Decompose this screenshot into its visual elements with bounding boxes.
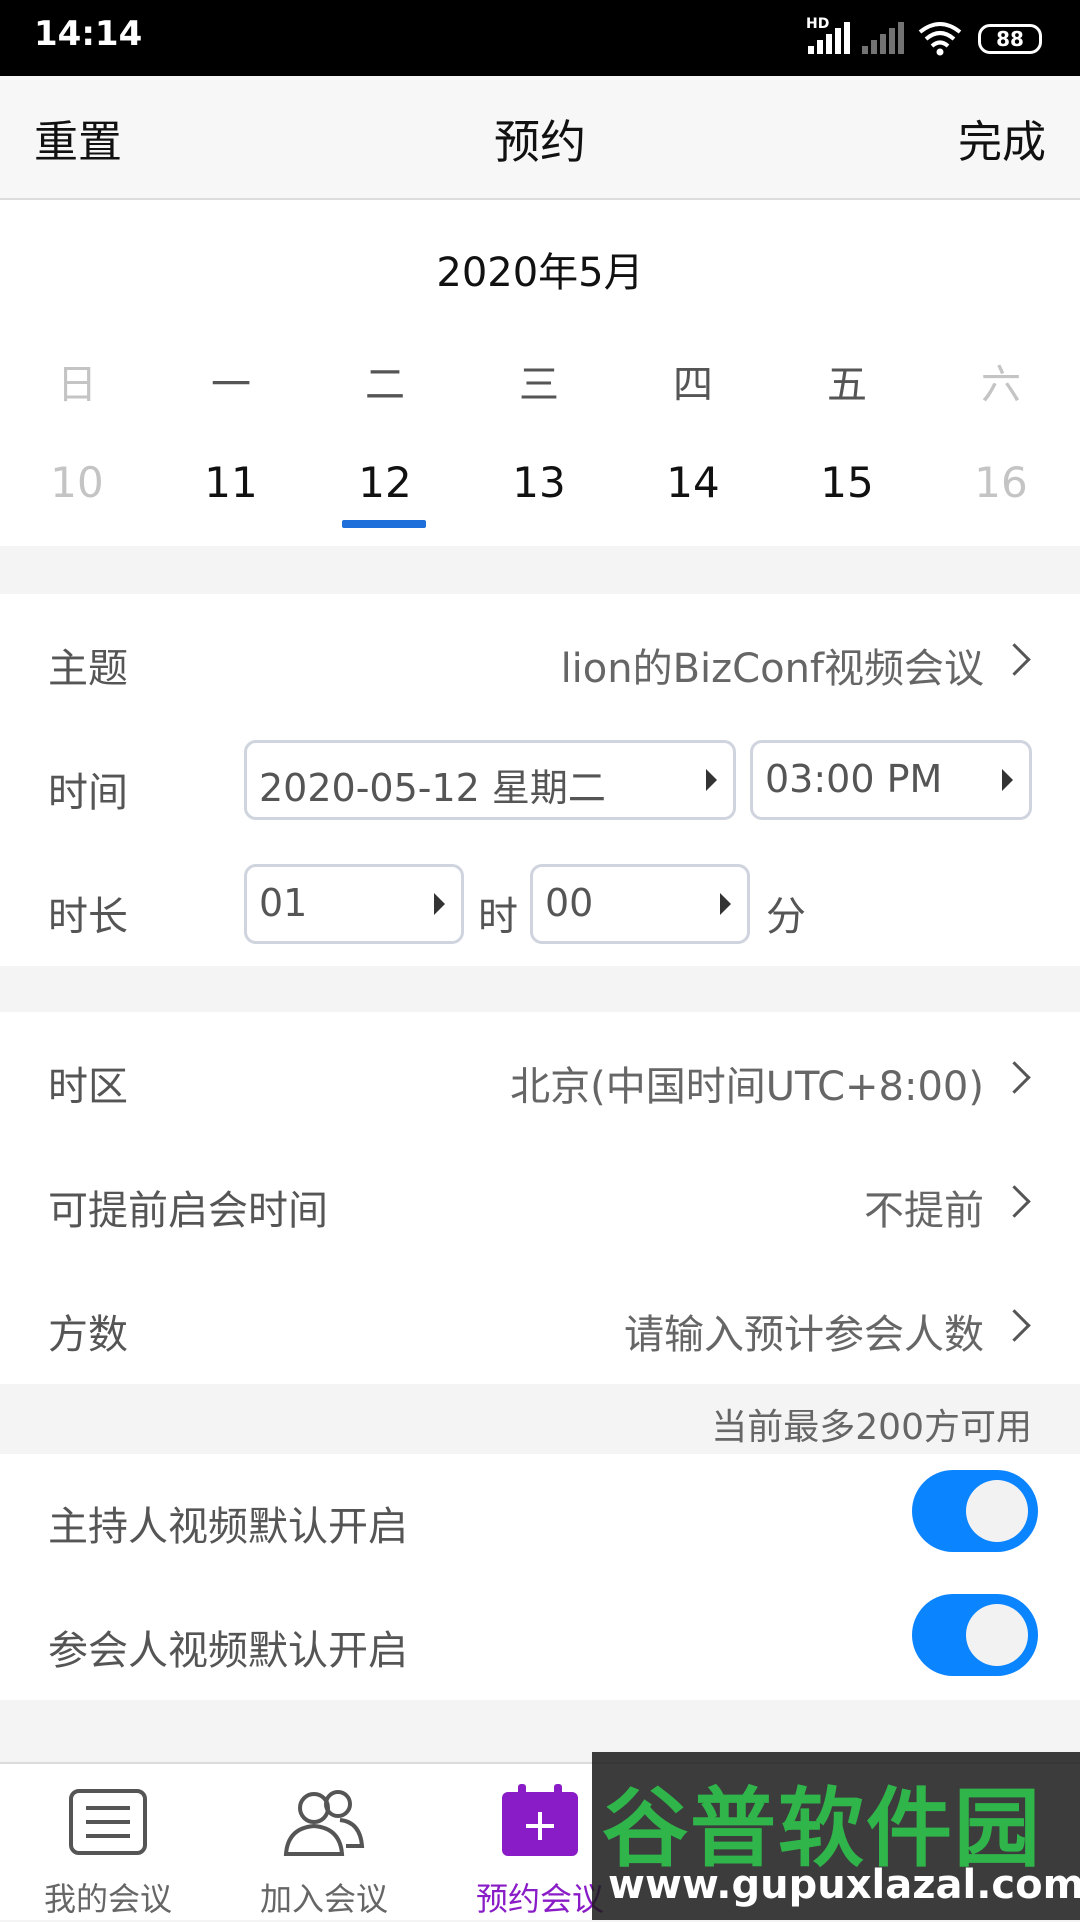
topic-value[interactable]: lion的BizConf视频会议 <box>561 636 984 694</box>
date-value: 2020-05-12 星期二 <box>259 766 606 810</box>
site-watermark: 谷普软件园 www.gupuxlazal.com <box>592 1752 1080 1920</box>
minutes-unit: 分 <box>766 894 806 940</box>
reset-button[interactable]: 重置 <box>34 106 122 170</box>
weekday-tue: 二 <box>365 362 405 408</box>
calendar-day-16: 16 <box>974 458 1028 507</box>
calendar-day-13[interactable]: 13 <box>462 458 616 507</box>
hours-value: 01 <box>259 881 308 925</box>
weekday-wed: 三 <box>519 362 559 408</box>
chevron-right-icon <box>998 1061 1031 1094</box>
host-video-toggle[interactable] <box>912 1470 1038 1552</box>
tab-join-meeting[interactable]: 加入会议 <box>216 1764 432 1922</box>
tab-label: 我的会议 <box>43 1880 172 1918</box>
tab-my-meetings[interactable]: 我的会议 <box>0 1764 216 1922</box>
people-icon <box>283 1790 365 1856</box>
weekday-fri: 五 <box>827 362 867 408</box>
battery-level: 88 <box>996 27 1024 51</box>
chevron-right-icon <box>998 1309 1031 1342</box>
signal-weak-icon <box>862 22 904 54</box>
caret-right-icon <box>1002 769 1013 791</box>
calendar-day-10: 10 <box>50 458 104 507</box>
date-dropdown[interactable]: 2020-05-12 星期二 <box>244 740 736 820</box>
weekday-thu: 四 <box>673 362 713 408</box>
attendee-video-label: 参会人视频默认开启 <box>48 1628 408 1674</box>
calendar-day-14[interactable]: 14 <box>616 458 770 507</box>
host-video-label: 主持人视频默认开启 <box>48 1504 408 1550</box>
tab-label: 加入会议 <box>259 1880 388 1918</box>
chevron-right-icon <box>998 1185 1031 1218</box>
week-calendar: 2020年5月 日 一 二 三 四 五 六 10 11 12 13 14 15 … <box>0 200 1080 546</box>
calendar-plus-icon <box>502 1784 578 1856</box>
video-settings-section: 主持人视频默认开启 参会人视频默认开启 <box>0 1454 1080 1700</box>
watermark-url: www.gupuxlazal.com <box>608 1862 1080 1908</box>
meeting-options-section: 时区 北京(中国时间UTC+8:00) 可提前启会时间 不提前 方数 请输入预计… <box>0 1012 1080 1384</box>
list-icon <box>69 1789 147 1855</box>
early-start-label: 可提前启会时间 <box>48 1188 328 1234</box>
weekday-sat: 六 <box>981 362 1021 408</box>
capacity-note: 当前最多200方可用 <box>711 1407 1032 1448</box>
battery-icon: 88 <box>978 24 1042 54</box>
participants-label: 方数 <box>48 1312 128 1358</box>
topic-label: 主题 <box>48 646 128 692</box>
done-button[interactable]: 完成 <box>958 106 1046 170</box>
early-start-value[interactable]: 不提前 <box>864 1178 984 1236</box>
month-label: 2020年5月 <box>436 250 644 296</box>
calendar-day-12-selected[interactable]: 12 <box>308 458 462 507</box>
time-dropdown[interactable]: 03:00 PM <box>750 740 1032 820</box>
caret-right-icon <box>706 769 717 791</box>
minutes-value: 00 <box>545 881 594 925</box>
timezone-value[interactable]: 北京(中国时间UTC+8:00) <box>510 1054 984 1112</box>
weekday-sun: 日 <box>57 362 97 408</box>
selected-day-indicator <box>342 520 426 528</box>
caret-right-icon <box>434 893 445 915</box>
page-title: 预约 <box>494 115 586 169</box>
status-bar: 14:14 HD 88 <box>0 0 1080 76</box>
toggle-knob <box>966 1604 1028 1666</box>
toggle-knob <box>966 1480 1028 1542</box>
calendar-day-11[interactable]: 11 <box>154 458 308 507</box>
status-time: 14:14 <box>34 14 143 54</box>
signal-icon <box>808 22 850 54</box>
meeting-basic-section: 主题 lion的BizConf视频会议 时间 2020-05-12 星期二 03… <box>0 594 1080 966</box>
caret-right-icon <box>720 893 731 915</box>
weekday-mon: 一 <box>211 362 251 408</box>
nav-bar: 预约 重置 完成 <box>0 76 1080 200</box>
time-label: 时间 <box>48 770 128 816</box>
time-value: 03:00 PM <box>765 757 943 801</box>
timezone-label: 时区 <box>48 1064 128 1110</box>
minutes-dropdown[interactable]: 00 <box>530 864 750 944</box>
hours-unit: 时 <box>478 894 518 940</box>
attendee-video-toggle[interactable] <box>912 1594 1038 1676</box>
wifi-icon <box>918 22 962 56</box>
calendar-day-15[interactable]: 15 <box>770 458 924 507</box>
duration-label: 时长 <box>48 894 128 940</box>
participants-input[interactable]: 请输入预计参会人数 <box>624 1302 984 1360</box>
chevron-right-icon <box>998 643 1031 676</box>
hours-dropdown[interactable]: 01 <box>244 864 464 944</box>
